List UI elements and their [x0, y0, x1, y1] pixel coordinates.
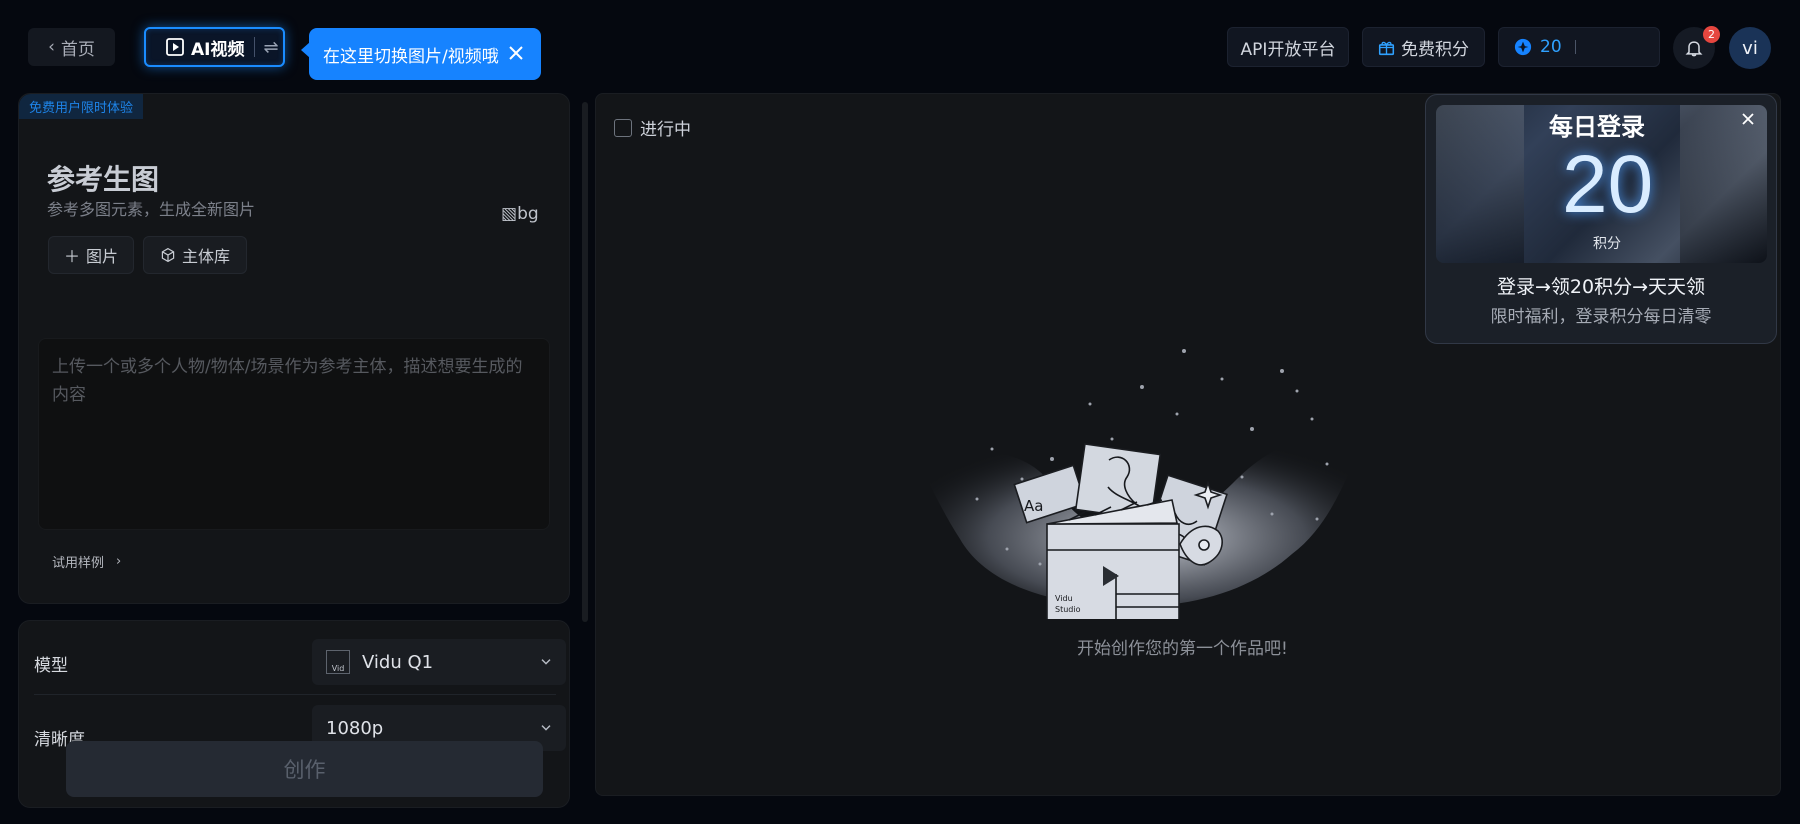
broken-image-alt: bg [517, 204, 539, 224]
daily-login-banner: 每日登录 20 积分 [1436, 105, 1767, 263]
api-platform-label: API开放平台 [1240, 39, 1336, 60]
daily-login-reward-text: 登录→领20积分→天天领 [1496, 276, 1706, 298]
home-button[interactable]: ‹ 首页 [28, 28, 115, 66]
daily-login-popup: 每日登录 20 积分 登录→领20积分→天天领 限时福利，登录积分每日清零 [1425, 94, 1777, 344]
resolution-value: 1080p [326, 717, 384, 739]
home-label: 首页 [60, 39, 95, 60]
chevron-down-icon [541, 725, 551, 731]
points-value: 20 [1540, 37, 1562, 57]
cube-icon [161, 247, 175, 263]
in-progress-checkbox[interactable] [614, 118, 632, 137]
page-subtitle: 参考多图元素，生成全新图片 [47, 200, 256, 219]
try-sample-link[interactable]: 试用样例 › [52, 552, 121, 571]
in-progress-filter[interactable]: 进行中 [614, 115, 691, 140]
api-platform-button[interactable]: API开放平台 [1227, 27, 1349, 67]
notification-badge: 2 [1703, 26, 1720, 43]
tooltip-text: 在这里切换图片/视频哦 [323, 46, 499, 67]
model-logo-broken-image: Vid [326, 650, 350, 674]
add-image-button[interactable]: ＋ 图片 [48, 236, 134, 274]
close-icon[interactable] [506, 43, 526, 63]
model-value: Vidu Q1 [362, 651, 434, 673]
points-balance[interactable]: 20 [1498, 27, 1660, 67]
chevron-down-icon [541, 659, 551, 665]
chevron-right-icon: › [116, 554, 122, 569]
empty-state-illustration: Aa Vidu Studio [927, 349, 1367, 619]
subject-library-label: 主体库 [181, 247, 230, 266]
free-trial-tag: 免费用户限时体验 [19, 94, 144, 119]
in-progress-label: 进行中 [640, 120, 691, 140]
broken-image-icon: ▧ [501, 204, 518, 224]
left-panel-scrollbar[interactable] [582, 102, 588, 622]
add-image-label: 图片 [86, 247, 119, 266]
mode-divider [254, 37, 256, 57]
bell-icon [1685, 41, 1703, 57]
model-select[interactable]: Vid Vidu Q1 [312, 639, 566, 685]
reference-image-card: 免费用户限时体验 参考生图 参考多图元素，生成全新图片 ▧bg ＋ 图片 主体库… [18, 93, 570, 604]
subject-library-button[interactable]: 主体库 [143, 236, 247, 274]
model-label: 模型 [34, 656, 68, 676]
chevron-left-icon: ‹ [48, 37, 55, 57]
empty-state-message: 开始创作您的第一个作品吧! [1077, 639, 1288, 659]
illustration-brand-vidu: Vidu [1055, 594, 1073, 603]
plus-icon: ＋ [63, 247, 80, 266]
model-logo-alt: Vid [331, 664, 345, 673]
free-points-label: 免费积分 [1401, 39, 1469, 60]
broken-background-image: ▧bg [501, 204, 539, 224]
play-icon [166, 38, 184, 56]
daily-login-note: 限时福利，登录积分每日清零 [1490, 307, 1712, 327]
illustration-brand-studio: Studio [1055, 605, 1081, 614]
model-setting-row: 模型 Vid Vidu Q1 [34, 621, 566, 695]
create-button[interactable]: 创作 [66, 741, 543, 797]
daily-login-title: 每日登录 [1549, 113, 1645, 141]
prompt-placeholder: 上传一个或多个人物/物体/场景作为参考主体，描述想要生成的内容 [52, 357, 523, 405]
mode-label: AI视频 [191, 39, 245, 60]
switch-mode-tooltip: 在这里切换图片/视频哦 [301, 28, 541, 80]
points-coin-icon [1514, 38, 1532, 56]
points-divider [1574, 40, 1576, 54]
font-card-text: Aa [1024, 497, 1043, 515]
daily-login-unit: 积分 [1593, 236, 1621, 252]
swap-icon[interactable]: ⇌ [263, 37, 278, 58]
free-points-button[interactable]: 免费积分 [1362, 27, 1485, 67]
close-icon[interactable] [1738, 109, 1758, 129]
user-avatar[interactable]: vi [1729, 27, 1771, 69]
daily-login-points: 20 [1562, 139, 1654, 230]
prompt-textarea[interactable]: 上传一个或多个人物/物体/场景作为参考主体，描述想要生成的内容 [38, 338, 550, 530]
banner-image-strip-left [1436, 105, 1524, 263]
page-title: 参考生图 [47, 163, 160, 196]
try-sample-label: 试用样例 [52, 556, 105, 571]
top-bar: ‹ 首页 AI视频 ⇌ 在这里切换图片/视频哦 API开放平台 免费积分 20 [0, 0, 1800, 94]
ai-video-mode-button[interactable]: AI视频 ⇌ [144, 27, 285, 67]
gift-icon [1378, 41, 1395, 55]
